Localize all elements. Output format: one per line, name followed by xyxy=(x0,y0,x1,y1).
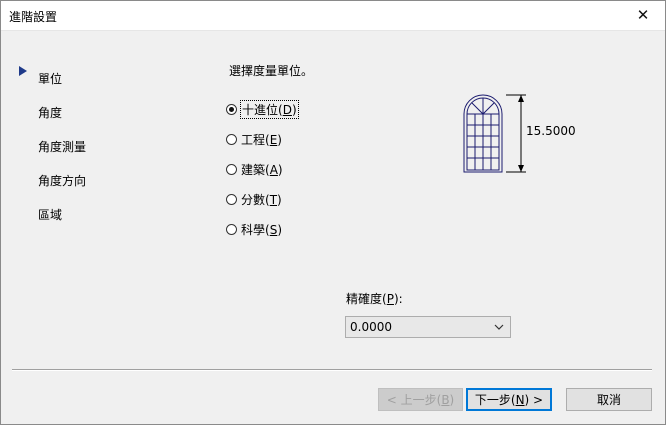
radio-label-engineering: 工程(E) xyxy=(241,133,282,147)
cancel-button[interactable]: 取消 xyxy=(566,388,652,411)
radio-label-fractional: 分數(T) xyxy=(241,193,282,207)
radio-engineering[interactable]: 工程(E) xyxy=(226,131,282,148)
sidebar-item-units[interactable]: 單位 xyxy=(38,70,62,87)
radio-button[interactable] xyxy=(226,194,237,205)
preview-dimension-value: 15.5000 xyxy=(526,124,576,138)
units-prompt: 選擇度量單位。 xyxy=(229,64,314,78)
sidebar-item-angle-direction[interactable]: 角度方向 xyxy=(38,172,86,189)
radio-button[interactable] xyxy=(226,164,237,175)
radio-decimal[interactable]: 十進位(D) xyxy=(226,100,299,119)
chevron-down-icon xyxy=(494,324,504,330)
back-button[interactable]: < 上一步(B) xyxy=(378,388,463,411)
precision-select[interactable]: 0.0000 xyxy=(345,316,511,338)
window-title: 進階設置 xyxy=(9,10,58,24)
precision-label: 精確度(P): xyxy=(346,292,403,306)
radio-button[interactable] xyxy=(226,224,237,235)
radio-scientific[interactable]: 科學(S) xyxy=(226,221,282,238)
precision-value: 0.0000 xyxy=(350,320,392,334)
next-button[interactable]: 下一步(N) > xyxy=(466,388,552,411)
radio-architectural[interactable]: 建築(A) xyxy=(226,161,283,178)
close-button[interactable]: ✕ xyxy=(620,0,666,30)
arrow-right-icon xyxy=(19,66,27,76)
sidebar-item-angle[interactable]: 角度 xyxy=(38,104,62,121)
radio-fractional[interactable]: 分數(T) xyxy=(226,191,282,208)
radio-label-decimal: 十進位(D) xyxy=(240,100,299,119)
radio-button[interactable] xyxy=(226,134,237,145)
radio-label-scientific: 科學(S) xyxy=(241,223,283,237)
sidebar-item-area[interactable]: 區域 xyxy=(38,206,62,223)
title-bar: 進階設置 ✕ xyxy=(0,0,666,31)
close-icon: ✕ xyxy=(636,6,650,24)
sidebar-item-angle-measure[interactable]: 角度測量 xyxy=(38,138,86,155)
radio-label-architectural: 建築(A) xyxy=(241,163,283,177)
footer-separator xyxy=(12,369,652,371)
radio-button[interactable] xyxy=(226,104,237,115)
window-frame xyxy=(0,0,666,425)
